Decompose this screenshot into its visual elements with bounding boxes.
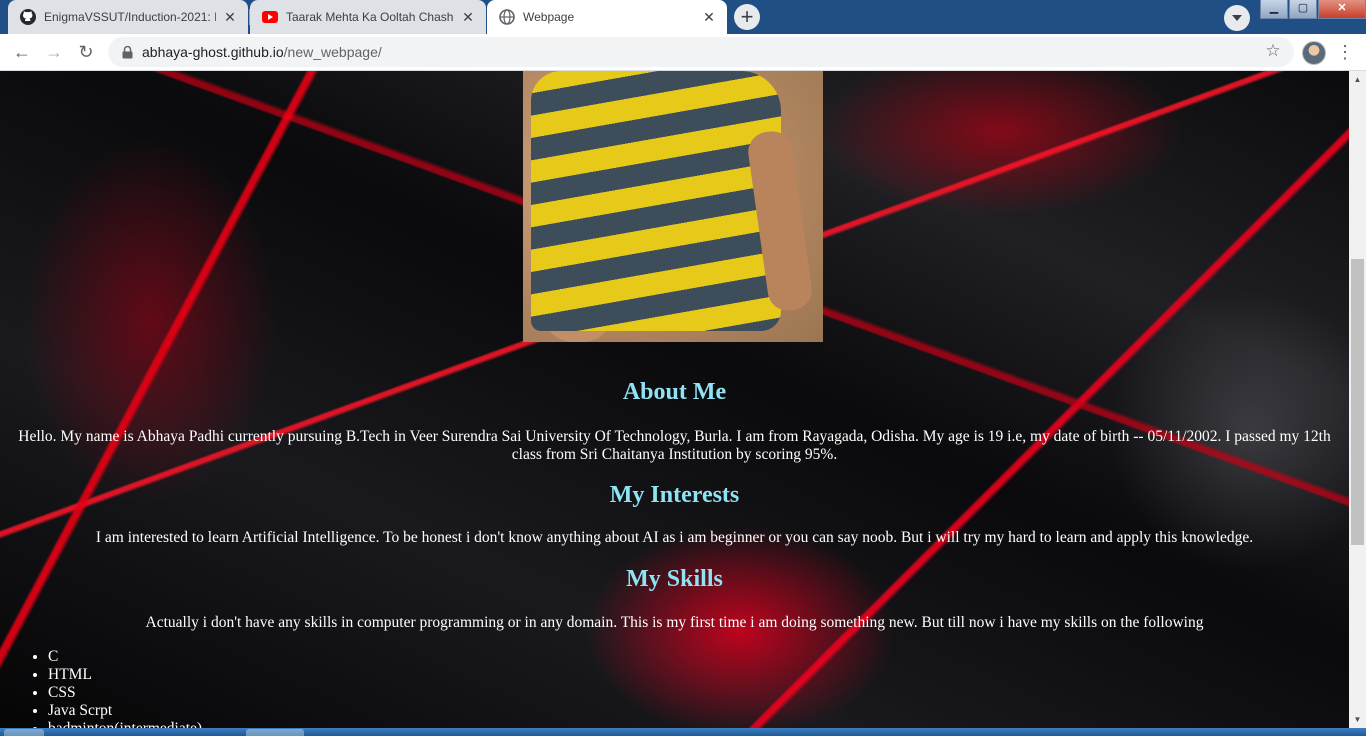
close-icon[interactable]: ✕ (222, 9, 238, 25)
browser-toolbar: ← → ↻ abhaya-ghost.github.io/new_webpage… (0, 34, 1366, 71)
tab-github[interactable]: EnigmaVSSUT/Induction-2021: In ✕ (8, 0, 248, 34)
url-text: abhaya-ghost.github.io/new_webpage/ (142, 44, 382, 60)
scroll-up-arrow-icon[interactable]: ▲ (1349, 71, 1366, 88)
vertical-scrollbar[interactable]: ▲ ▼ (1349, 71, 1366, 728)
url-path: /new_webpage/ (283, 44, 382, 60)
skills-list: C HTML CSS Java Scrpt badminton(intermed… (0, 648, 202, 728)
github-icon (20, 9, 36, 25)
new-tab-button[interactable]: + (734, 4, 760, 30)
os-taskbar (0, 728, 1366, 736)
tab-youtube[interactable]: Taarak Mehta Ka Ooltah Chashm ✕ (250, 0, 486, 34)
tab-search-button[interactable] (1224, 5, 1250, 31)
about-text: Hello. My name is Abhaya Padhi currently… (18, 428, 1331, 463)
minimize-button[interactable]: ▁ (1260, 0, 1288, 19)
arrow-right-icon: → (45, 42, 63, 62)
tab-title: Taarak Mehta Ka Ooltah Chashm (286, 10, 454, 24)
tab-title: Webpage (523, 10, 575, 24)
list-item: CSS (48, 684, 202, 702)
forward-button[interactable]: → (42, 40, 66, 64)
maximize-button[interactable]: ▢ (1289, 0, 1317, 19)
list-item: HTML (48, 666, 202, 684)
reload-button[interactable]: ↻ (74, 40, 98, 64)
scroll-thumb[interactable] (1351, 259, 1364, 545)
profile-avatar[interactable] (1302, 41, 1326, 65)
skills-text: Actually i don't have any skills in comp… (145, 614, 1204, 631)
scroll-down-arrow-icon[interactable]: ▼ (1349, 711, 1366, 728)
reload-icon: ↻ (78, 42, 94, 62)
url-host: abhaya-ghost.github.io (142, 44, 284, 60)
globe-icon (499, 9, 515, 25)
tab-title: EnigmaVSSUT/Induction-2021: In (44, 10, 216, 24)
list-item: badminton(intermediate) (48, 720, 202, 728)
list-item: C (48, 648, 202, 666)
list-item: Java Scrpt (48, 702, 202, 720)
interests-heading: My Interests (609, 482, 740, 508)
taskbar-item[interactable] (246, 729, 304, 736)
close-icon[interactable]: ✕ (460, 9, 476, 25)
youtube-icon (262, 9, 278, 25)
lock-icon (120, 45, 134, 59)
tab-webpage[interactable]: Webpage ✕ (487, 0, 727, 34)
close-icon[interactable]: ✕ (701, 9, 717, 25)
window-controls: ▁ ▢ ✕ (1260, 0, 1366, 20)
address-bar[interactable]: abhaya-ghost.github.io/new_webpage/ (108, 37, 1294, 67)
back-button[interactable]: ← (10, 40, 34, 64)
page-viewport: About Me Hello. My name is Abhaya Padhi … (0, 71, 1349, 728)
menu-dots-icon[interactable]: ⋮ (1336, 40, 1354, 64)
tab-strip: EnigmaVSSUT/Induction-2021: In ✕ Taarak … (0, 0, 1366, 34)
chevron-down-icon (1232, 15, 1242, 21)
window-close-button[interactable]: ✕ (1318, 0, 1366, 19)
about-heading: About Me (622, 379, 727, 405)
skills-heading: My Skills (626, 566, 723, 592)
profile-photo (523, 71, 823, 342)
bookmark-star-icon[interactable]: ☆ (1262, 40, 1284, 62)
taskbar-item[interactable] (4, 729, 44, 736)
arrow-left-icon: ← (13, 42, 31, 62)
interests-text: I am interested to learn Artificial Inte… (95, 529, 1254, 546)
photo-detail (531, 71, 781, 331)
